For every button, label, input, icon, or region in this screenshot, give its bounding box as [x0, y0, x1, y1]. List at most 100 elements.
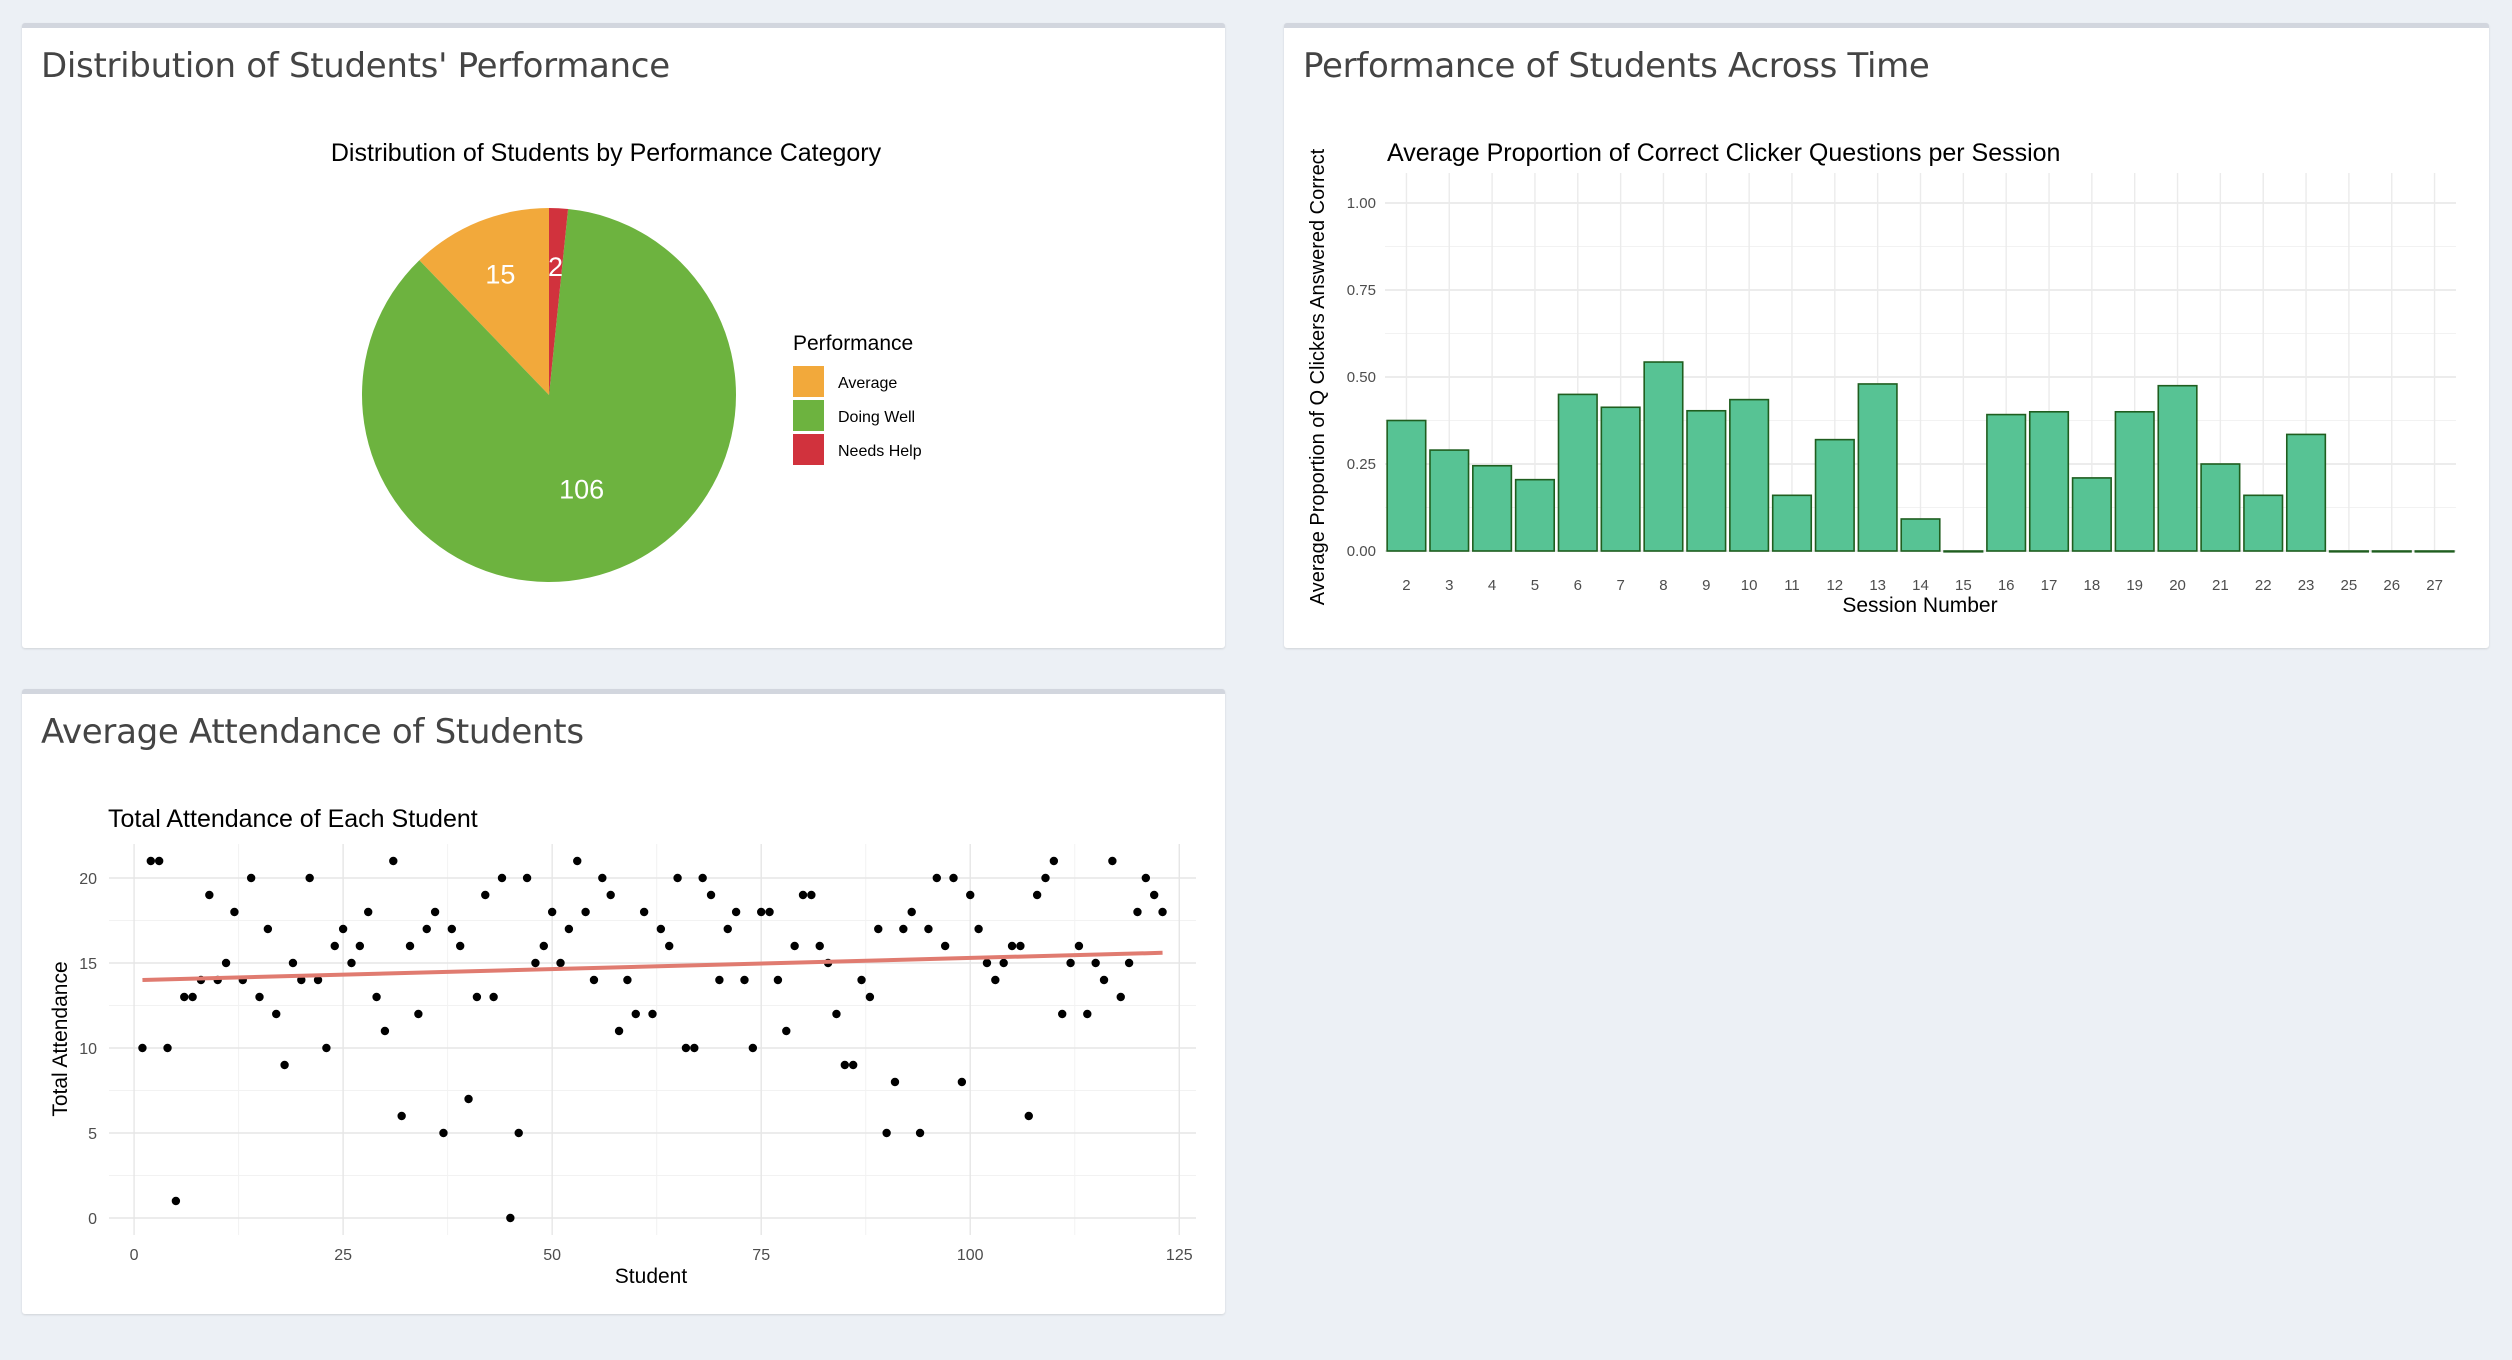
data-point	[489, 992, 498, 1002]
x-tick-label: 18	[2084, 577, 2101, 594]
data-point	[907, 907, 916, 917]
panel-attendance: Average Attendance of Students Total Att…	[22, 689, 1225, 1314]
data-point	[665, 941, 674, 951]
data-point	[481, 890, 490, 900]
chart-title: Total Attendance of Each Student	[108, 805, 478, 833]
data-point	[1091, 958, 1100, 968]
data-point	[380, 1026, 390, 1036]
data-point	[940, 941, 950, 951]
data-point	[966, 890, 975, 900]
x-tick-label: 2	[1402, 577, 1410, 594]
data-point	[706, 890, 716, 900]
data-point	[790, 941, 799, 951]
data-point	[280, 1060, 289, 1070]
data-point	[606, 890, 615, 900]
x-tick-label: 26	[2383, 577, 2400, 594]
x-tick-label: 11	[1784, 577, 1800, 594]
data-point	[397, 1111, 406, 1121]
x-axis-label: Student	[615, 1265, 688, 1288]
bar	[1814, 438, 1855, 552]
legend-key	[793, 366, 824, 397]
x-tick-label: 3	[1445, 577, 1453, 594]
y-axis-label: Average Proportion of Q Clickers Answere…	[1307, 148, 1329, 605]
data-point	[322, 1043, 331, 1053]
data-point	[1158, 907, 1167, 917]
data-point	[899, 924, 908, 934]
data-point	[865, 992, 875, 1002]
chart-title: Distribution of Students by Performance …	[331, 139, 882, 167]
data-point	[188, 992, 197, 1002]
data-point	[154, 856, 164, 866]
legend-label: Needs Help	[838, 443, 922, 460]
y-tick-label: 0	[88, 1211, 97, 1228]
x-tick-label: 13	[1869, 577, 1886, 594]
data-point	[347, 958, 356, 968]
bar	[1386, 419, 1427, 552]
data-point	[514, 1128, 523, 1138]
bar	[2200, 463, 2241, 552]
x-tick-label: 8	[1659, 577, 1667, 594]
bar	[1643, 361, 1684, 552]
data-point	[439, 1128, 448, 1138]
data-point	[848, 1060, 858, 1070]
data-point	[656, 924, 666, 934]
data-point	[731, 907, 741, 917]
y-tick-label: 20	[79, 871, 97, 888]
x-tick-label: 23	[2298, 577, 2315, 594]
data-point	[798, 890, 808, 900]
data-point	[715, 975, 724, 985]
data-point	[949, 873, 958, 883]
x-tick-label: 20	[2169, 577, 2186, 594]
data-point	[305, 873, 314, 883]
y-axis-label: Total Attendance	[49, 961, 72, 1116]
data-point	[355, 941, 365, 951]
scatter-chart: Total Attendance of Each Student 0 5 10 15 20…	[49, 805, 1196, 1288]
data-point	[330, 941, 339, 951]
legend-key	[793, 434, 824, 465]
data-point	[205, 890, 214, 900]
bar	[1857, 383, 1898, 552]
data-point	[1049, 856, 1059, 866]
x-tick-label: 7	[1616, 577, 1624, 594]
data-point	[573, 856, 582, 866]
y-tick-label: 0.00	[1347, 543, 1376, 560]
data-point	[957, 1077, 967, 1087]
data-point	[414, 1009, 423, 1019]
data-point	[748, 1043, 758, 1053]
y-tick-label: 0.75	[1347, 282, 1376, 299]
bar	[1943, 550, 1984, 553]
data-point	[1149, 890, 1159, 900]
bar	[1514, 478, 1556, 552]
bar	[1429, 449, 1470, 552]
x-tick-label: 10	[1741, 577, 1758, 594]
data-point	[1041, 873, 1050, 883]
legend-title: Performance	[793, 332, 913, 355]
data-point	[1116, 992, 1125, 1002]
data-point	[698, 873, 707, 883]
data-point	[506, 1213, 515, 1223]
data-point	[673, 873, 682, 883]
data-point	[455, 941, 465, 951]
bar-chart: Average Proportion of Correct Clicker Qu…	[1307, 139, 2456, 617]
bar	[2157, 384, 2198, 552]
data-point	[890, 1077, 900, 1087]
data-point	[598, 873, 607, 883]
data-point	[690, 1043, 699, 1053]
chart-title: Average Proportion of Correct Clicker Qu…	[1387, 139, 2060, 167]
x-tick-label: 25	[334, 1247, 352, 1264]
y-tick-label: 0.50	[1347, 369, 1376, 386]
x-tick-label: 125	[1166, 1247, 1193, 1264]
data-point	[547, 907, 557, 917]
data-point	[1032, 890, 1042, 900]
bar	[2371, 550, 2412, 553]
pie-slice-label: 106	[559, 475, 604, 505]
data-point	[614, 1026, 624, 1036]
data-point	[581, 907, 590, 917]
x-tick-label: 22	[2255, 577, 2272, 594]
data-point	[681, 1043, 691, 1053]
data-point	[171, 1196, 181, 1206]
data-point	[556, 958, 565, 968]
data-point	[539, 941, 548, 951]
data-point	[405, 941, 415, 951]
data-point	[255, 992, 264, 1002]
